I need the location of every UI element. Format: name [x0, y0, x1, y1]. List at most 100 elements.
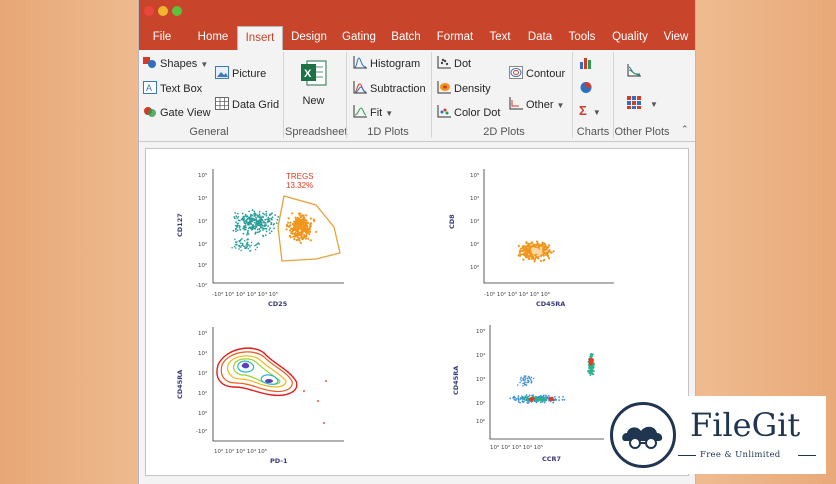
data-point: [256, 231, 259, 234]
data-point: [522, 258, 525, 261]
data-point: [589, 358, 592, 362]
plot-cd45ra-cd8[interactable]: 10⁵ 10⁴ 10³ 10² 10⁰ -10⁰ 10² 10³ 10⁴ 10⁵ 10⁶…: [446, 165, 626, 320]
data-point: [527, 257, 530, 260]
tab-file[interactable]: File: [143, 26, 181, 50]
data-point: [247, 238, 249, 240]
histogram-button[interactable]: Histogram: [353, 56, 420, 70]
data-point: [268, 229, 271, 231]
bar-chart-button[interactable]: [579, 56, 596, 70]
dot-plot-button[interactable]: Dot: [437, 56, 471, 70]
heatmap-button[interactable]: ▼: [627, 96, 658, 110]
data-point: [303, 234, 306, 237]
ribbon-separator: [431, 52, 432, 138]
svg-text:10⁰: 10⁰: [470, 264, 480, 271]
data-point: [307, 231, 310, 234]
data-point: [591, 366, 594, 369]
data-point: [532, 377, 535, 380]
data-point: [273, 227, 275, 230]
gate-name: TREGS: [286, 172, 314, 181]
data-point: [562, 396, 564, 398]
tab-design[interactable]: Design: [287, 26, 331, 50]
group-label-other-plots: Other Plots: [614, 126, 670, 138]
data-point: [313, 219, 316, 223]
tab-format[interactable]: Format: [432, 26, 478, 50]
tab-batch[interactable]: Batch: [387, 26, 425, 50]
data-point: [530, 255, 533, 258]
data-point: [307, 237, 310, 240]
data-point: [262, 212, 264, 215]
plot-pd1-cd45ra[interactable]: 10⁵ 10⁴ 10³ 10² 10⁰ -10² 10⁰ 10² 10³ 10⁴ 10⁵ …: [176, 325, 356, 480]
data-point: [263, 224, 266, 227]
other-2d-plot-button[interactable]: Other ▼: [509, 97, 564, 111]
excel-icon: X: [301, 60, 327, 86]
data-point: [524, 396, 526, 399]
data-point: [527, 375, 530, 378]
data-point: [532, 247, 536, 251]
subtraction-button[interactable]: Subtraction: [353, 81, 426, 95]
data-point: [289, 221, 292, 224]
contour-plot-button[interactable]: Contour: [509, 66, 565, 80]
overlay-histogram-button[interactable]: [627, 64, 644, 78]
picture-button[interactable]: Picture: [215, 66, 266, 80]
tab-gating[interactable]: Gating: [338, 26, 380, 50]
minimize-window-button[interactable]: [158, 6, 168, 16]
data-point: [243, 240, 246, 242]
data-point: [291, 228, 294, 231]
data-point: [250, 241, 253, 244]
data-grid-button[interactable]: Data Grid: [215, 97, 279, 111]
text-box-button[interactable]: A Text Box: [143, 81, 202, 95]
fit-button[interactable]: Fit ▼: [353, 105, 393, 119]
maximize-window-button[interactable]: [172, 6, 182, 16]
cloud-logo-icon: [610, 402, 676, 468]
data-point: [526, 381, 528, 384]
color-dot-plot-button[interactable]: Color Dot: [437, 105, 500, 119]
divider: [678, 455, 696, 456]
data-point: [241, 242, 243, 245]
data-point: [237, 216, 240, 218]
data-grid-icon: [215, 97, 229, 110]
chevron-up-icon: ⌃: [681, 124, 689, 134]
data-point: [528, 394, 531, 397]
close-window-button[interactable]: [144, 6, 154, 16]
chevron-down-icon: ▼: [592, 108, 601, 117]
data-point: [239, 228, 242, 231]
group-label-charts: Charts: [576, 126, 610, 138]
gate-view-button[interactable]: Gate View: [143, 105, 211, 119]
tab-insert[interactable]: Insert: [237, 26, 283, 50]
tab-tools[interactable]: Tools: [563, 26, 601, 50]
contour-label: Contour: [526, 68, 566, 80]
svg-text:10²: 10²: [470, 241, 479, 248]
histogram-label: Histogram: [370, 58, 421, 70]
pie-chart-button[interactable]: [579, 81, 596, 95]
data-point: [236, 229, 239, 232]
data-point: [545, 248, 548, 251]
data-point: [235, 221, 237, 223]
data-point: [246, 231, 249, 234]
tab-quality[interactable]: Quality: [607, 26, 653, 50]
data-point: [239, 240, 241, 243]
y-axis-title: CD45RA: [176, 370, 184, 399]
density-plot-button[interactable]: Density: [437, 81, 491, 95]
shapes-button[interactable]: Shapes ▼: [143, 56, 208, 70]
tab-view[interactable]: View: [659, 26, 693, 50]
data-point: [305, 234, 308, 238]
plot-ccr7-cd45ra[interactable]: 10⁵ 10⁴ 10³ 10² 10⁰ 10⁰ 10² 10³ 10⁴ 10⁵ CCR7…: [446, 319, 626, 474]
tab-data[interactable]: Data: [523, 26, 557, 50]
data-point: [545, 398, 547, 401]
data-point: [287, 221, 290, 224]
heatmap-icon: [627, 96, 641, 109]
data-point: [293, 220, 296, 223]
data-point: [247, 223, 249, 226]
tab-text[interactable]: Text: [483, 26, 517, 50]
svg-text:10³: 10³: [470, 218, 479, 225]
collapse-ribbon-button[interactable]: ⌃: [681, 124, 689, 135]
new-spreadsheet-button[interactable]: X New: [301, 60, 327, 107]
x-axis-ticks: 10⁰ 10² 10³ 10⁴ 10⁵: [214, 448, 267, 455]
data-point: [265, 214, 268, 217]
tab-home[interactable]: Home: [193, 26, 233, 50]
data-point: [303, 217, 306, 220]
data-point: [247, 247, 250, 250]
statistics-button[interactable]: Σ ▼: [579, 103, 601, 118]
plot-cd25-cd127[interactable]: 10⁵ 10⁴ 10³ 10² 10⁰ -10² -10² 10⁰ 10² 10³ 10⁴…: [176, 165, 356, 320]
data-point: [262, 229, 264, 231]
